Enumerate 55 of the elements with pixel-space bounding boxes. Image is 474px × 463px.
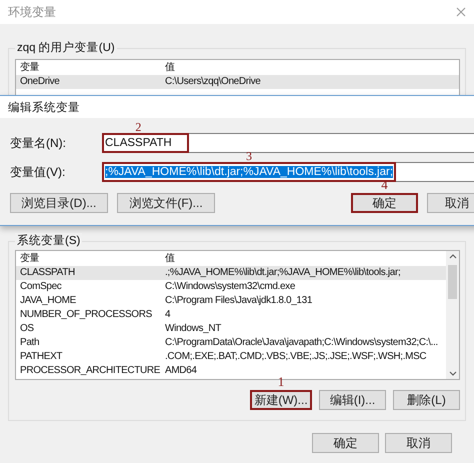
window-title: 环境变量: [8, 4, 56, 20]
annotation-number: 1: [278, 375, 284, 388]
cell-text: CLASSPATH: [20, 266, 76, 280]
cell-text: C:\Users\zqq\OneDrive: [165, 75, 262, 89]
column-header[interactable]: 值: [165, 61, 459, 75]
cell-text: OneDrive: [20, 75, 60, 89]
button[interactable]: 确定: [351, 193, 418, 213]
scroll-thumb[interactable]: [448, 265, 457, 299]
cell-text: PROCESSOR_ARCHITECTURE: [20, 364, 162, 378]
column-header[interactable]: 变量: [20, 252, 165, 266]
button[interactable]: 删除(L): [393, 390, 460, 410]
list-row[interactable]: CLASSPATH .;%JAVA_HOME%\lib\dt.jar;%JAVA_HOME%\lib\tools.jar;: [16, 266, 446, 280]
scroll-down-icon[interactable]: [448, 371, 456, 376]
group-label: 系统变量(S): [15, 233, 82, 248]
list-row[interactable]: Path C:\ProgramData\Oracle\Java\javapath;C:\Windows\system32;C:\...: [16, 336, 446, 350]
button[interactable]: 取消: [385, 433, 452, 453]
annotation-number: 2: [135, 122, 142, 132]
cell-text: AMD64: [165, 364, 198, 378]
list-row[interactable]: NUMBER_OF_PROCESSORS 4: [16, 308, 446, 322]
cell-text: Path: [20, 336, 40, 350]
list-row[interactable]: OS Windows_NT: [16, 322, 446, 336]
cell-text: 4: [165, 308, 172, 322]
list-row[interactable]: JAVA_HOME C:\Program Files\Java\jdk1.8.0_131: [16, 294, 446, 308]
cell-text: C:\ProgramData\Oracle\Java\javapath;C:\Windows\system32;C:\...: [165, 336, 439, 350]
group-label: zqq 的用户变量(U): [15, 40, 117, 55]
cell-text: JAVA_HOME: [20, 294, 77, 308]
cell-text: C:\Program Files\Java\jdk1.8.0_131: [165, 294, 314, 308]
list-row[interactable]: PROCESSOR_ARCHITECTURE AMD64: [16, 364, 446, 378]
input-field[interactable]: CLASSPATH: [102, 133, 474, 153]
dialog-title: 编辑系统变量: [8, 100, 80, 114]
button[interactable]: 浏览文件(F)...: [117, 193, 215, 213]
field-label: 变量名(N):: [9, 134, 67, 152]
cell-text: C:\Windows\system32\cmd.exe: [165, 280, 296, 294]
cell-text: ComSpec: [20, 280, 62, 294]
field-label: 变量值(V):: [9, 164, 66, 180]
button[interactable]: 取消: [427, 193, 474, 213]
list-row[interactable]: OneDrive C:\Users\zqq\OneDrive: [16, 75, 459, 89]
scrollbar[interactable]: [446, 251, 459, 379]
cell-text: PATHEXT: [20, 350, 64, 364]
cell-text: OS: [20, 322, 35, 336]
list-row[interactable]: ComSpec C:\Windows\system32\cmd.exe: [16, 280, 446, 294]
list-row[interactable]: PATHEXT .COM;.EXE;.BAT;.CMD;.VBS;.VBE;.JS;.JSE;.WSF;.WSH;.MSC: [16, 350, 446, 364]
close-icon[interactable]: [456, 7, 466, 17]
button[interactable]: 浏览目录(D)...: [10, 193, 108, 213]
button[interactable]: 新建(W)...: [250, 390, 312, 410]
column-header[interactable]: 变量: [20, 61, 165, 75]
scroll-up-icon[interactable]: [448, 254, 456, 259]
cell-text: .;%JAVA_HOME%\lib\dt.jar;%JAVA_HOME%\lib\tools.jar;: [165, 266, 402, 280]
button[interactable]: 确定: [312, 433, 379, 453]
column-header[interactable]: 值: [165, 252, 446, 266]
annotation-number: 3: [246, 151, 252, 161]
button[interactable]: 编辑(I)...: [319, 390, 386, 410]
cell-text: Windows_NT: [165, 322, 222, 336]
cell-text: .COM;.EXE;.BAT;.CMD;.VBS;.VBE;.JS;.JSE;.WSF;.WSH;.MSC: [165, 350, 428, 364]
cell-text: NUMBER_OF_PROCESSORS: [20, 308, 153, 322]
